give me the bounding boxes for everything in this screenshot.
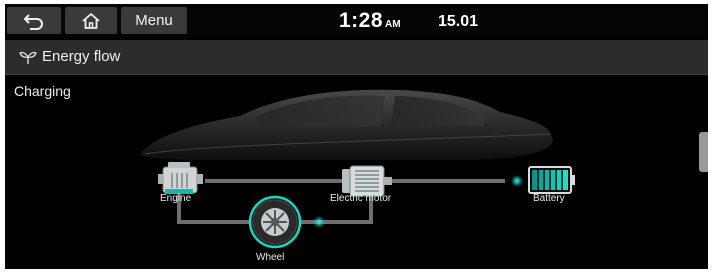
back-arrow-icon <box>24 13 43 30</box>
home-button[interactable] <box>65 7 117 34</box>
menu-button-label: Menu <box>135 12 173 29</box>
screen: Menu 1:28 AM 15.01 Energy flow Charging <box>5 4 708 269</box>
car-silhouette <box>140 89 553 160</box>
wheel-icon <box>248 195 302 249</box>
side-panel-handle[interactable] <box>699 132 708 172</box>
home-icon <box>82 12 100 29</box>
battery-label: Battery <box>533 193 565 204</box>
battery-icon <box>528 166 575 194</box>
back-button[interactable] <box>7 7 61 34</box>
electric-motor-icon <box>342 165 392 197</box>
clock-ampm: AM <box>385 19 401 30</box>
wheel-label: Wheel <box>256 252 285 263</box>
engine-label: Engine <box>160 193 192 204</box>
electric-motor-label: Electric motor <box>330 193 392 204</box>
date-display: 15.01 <box>438 13 479 30</box>
top-bar: Menu 1:28 AM 15.01 <box>5 4 708 37</box>
title-bar: Energy flow <box>5 40 708 75</box>
engine-icon <box>158 162 203 194</box>
clock-time: 1:28 <box>339 9 384 32</box>
eco-leaf-icon <box>19 51 37 64</box>
page-title: Energy flow <box>42 48 121 65</box>
energy-flow-diagram <box>140 89 575 249</box>
menu-button[interactable]: Menu <box>121 7 187 34</box>
